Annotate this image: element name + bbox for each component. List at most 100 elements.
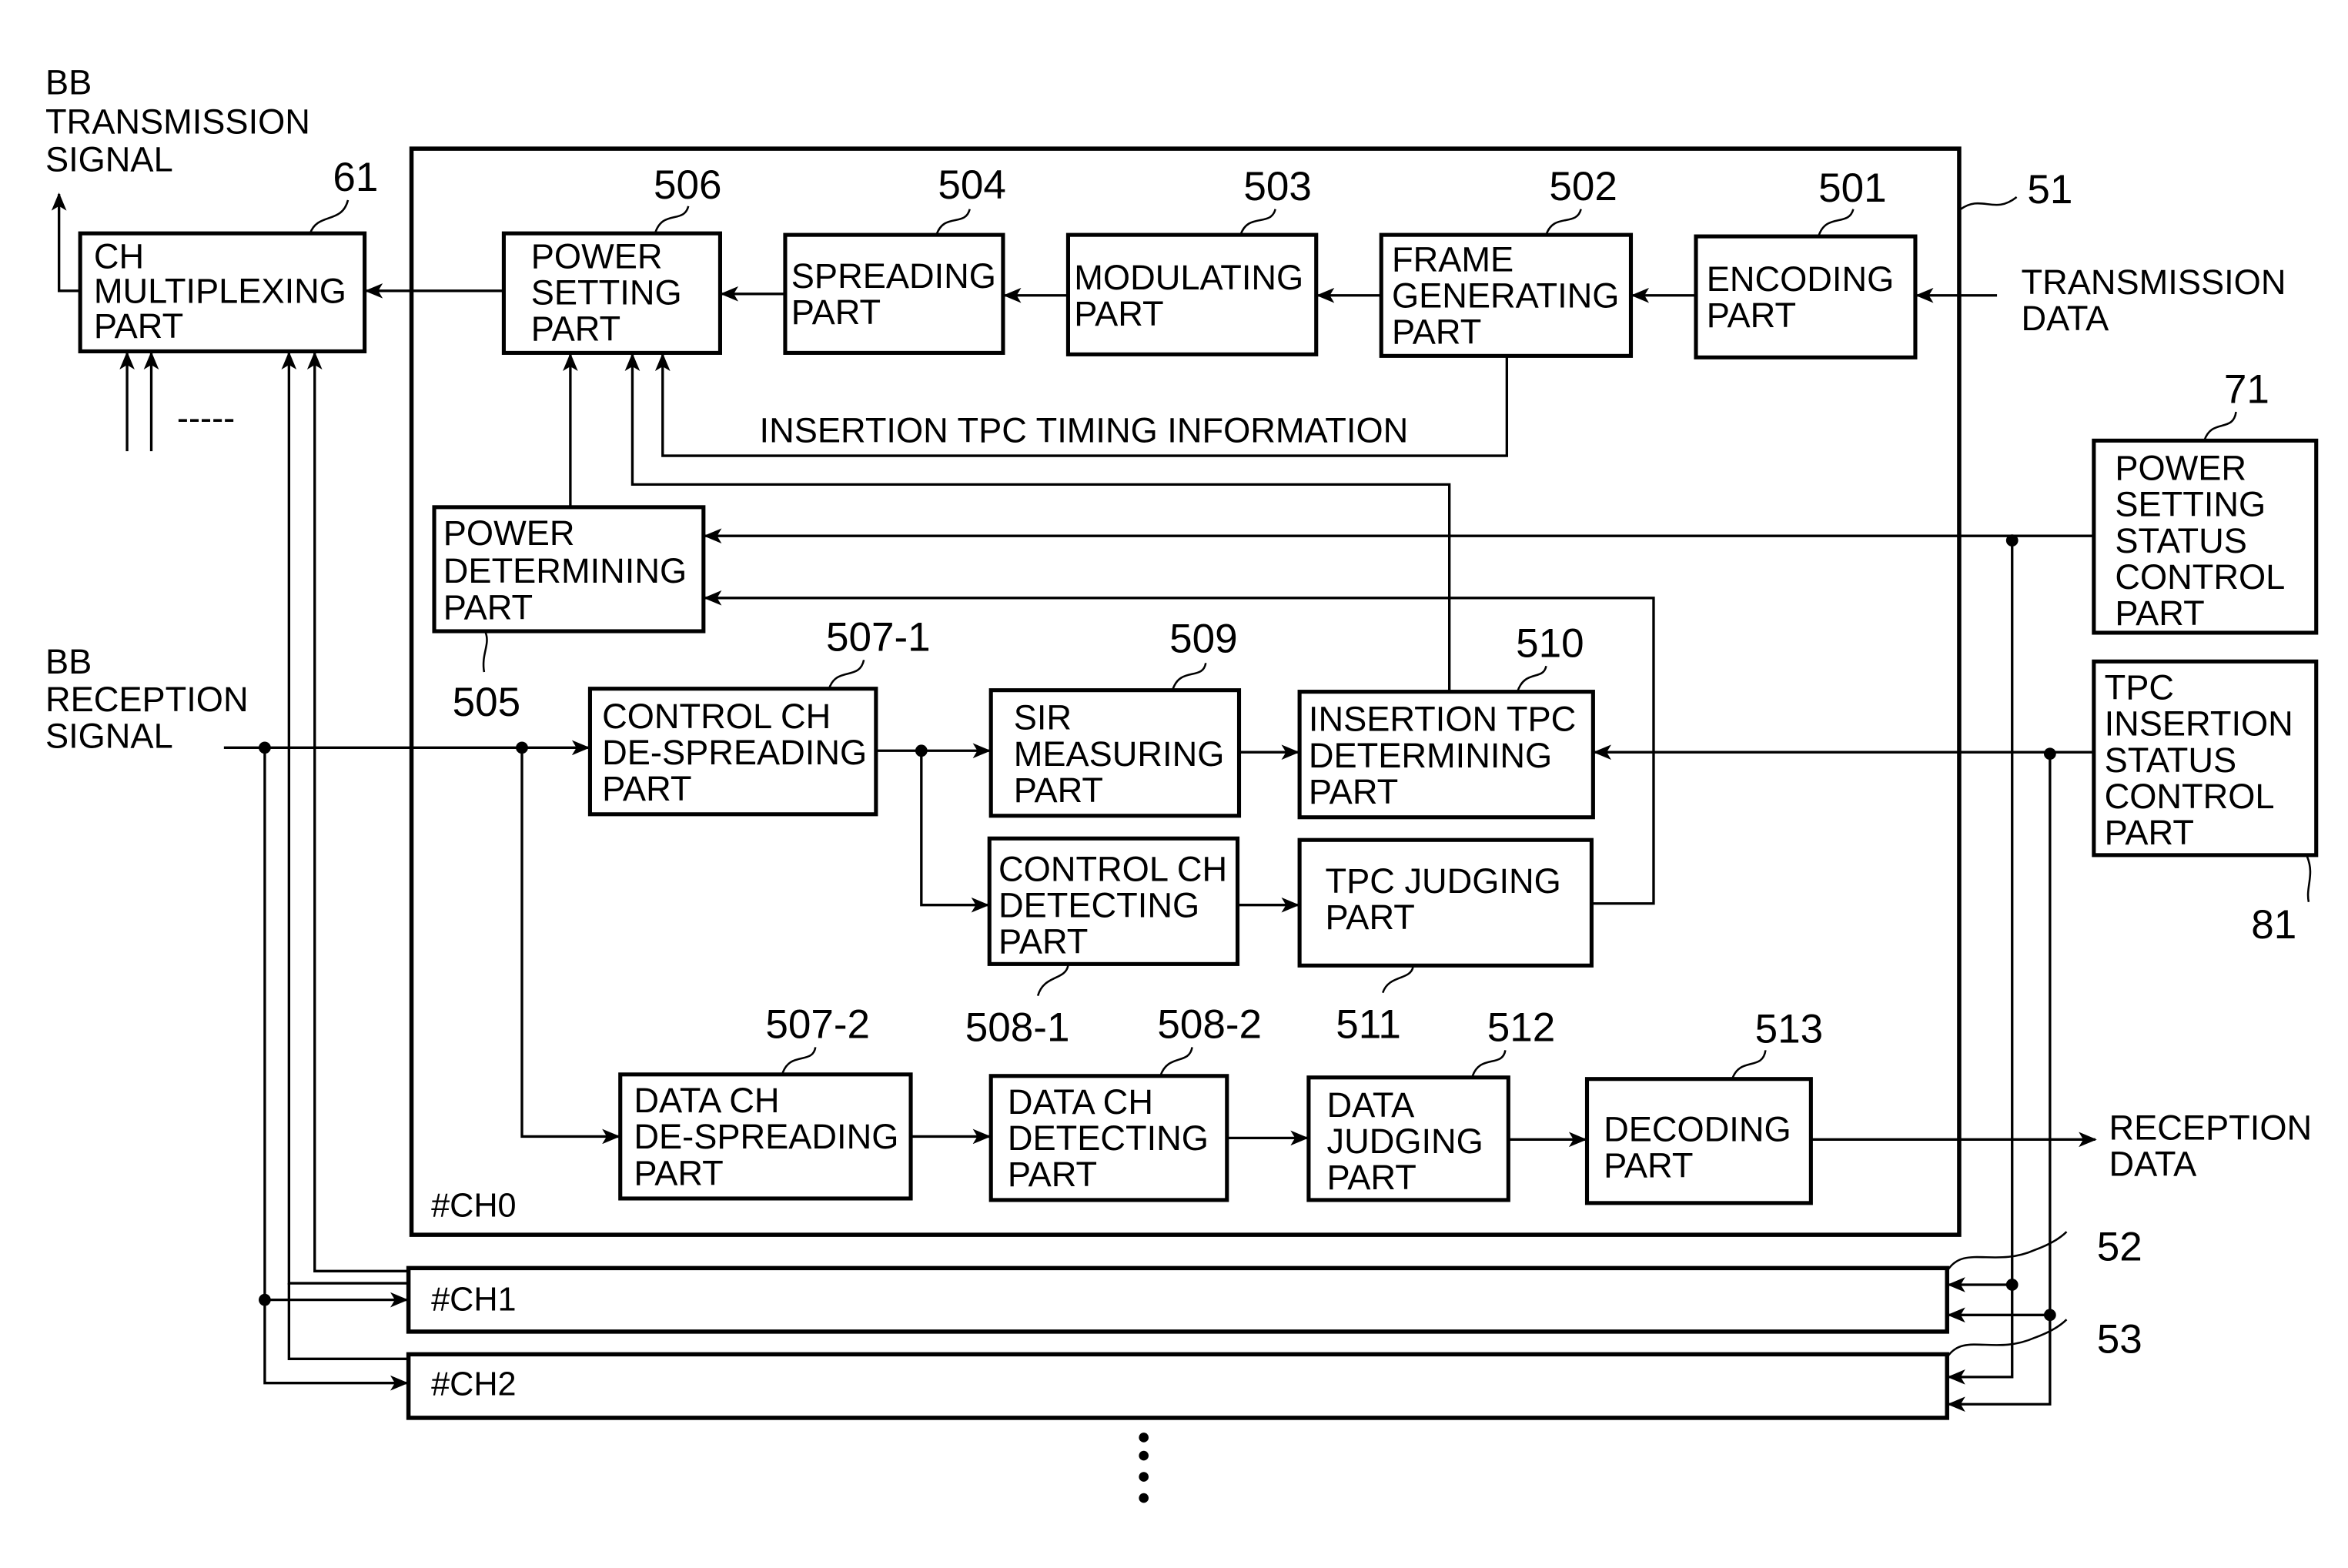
ref-leader <box>1171 662 1207 691</box>
power-status-to-ch2-wire <box>1947 1284 2014 1385</box>
block-label-line: STATUS <box>2105 741 2237 780</box>
reception-data-line-1: RECEPTION <box>2109 1108 2312 1147</box>
ref-leader <box>654 206 690 234</box>
block-label-line: DETECTING <box>998 885 1199 924</box>
block-label-line: SETTING <box>2115 485 2266 524</box>
ref-leader <box>1817 209 1855 237</box>
block-ref: 513 <box>1755 1007 1824 1052</box>
ref-leader <box>1159 1047 1193 1077</box>
block-ref: 507-1 <box>826 615 931 660</box>
block-label-line: JUDGING <box>1326 1122 1483 1161</box>
bb-reception-line-2: RECEPTION <box>45 680 249 719</box>
block-label-line: CONTROL <box>2115 557 2285 597</box>
bb-transmission-line-3: SIGNAL <box>45 140 173 179</box>
despreading-to-control-detect-wire <box>920 751 990 913</box>
ch-multiplexing-part: CH MULTIPLEXING PART 61 <box>78 155 378 354</box>
block-label-line: MEASURING <box>1014 734 1225 774</box>
ch1-to-mux-wire <box>281 351 409 1285</box>
channel-0-label: #CH0 <box>431 1188 517 1225</box>
spreading-part: SPREADING PART 504 <box>783 162 1006 355</box>
block-label-line: SIR <box>1014 698 1072 737</box>
block-label-line: SPREADING <box>791 256 996 296</box>
channel-0-leader <box>1960 196 2018 210</box>
block-label-line: DETERMINING <box>1309 736 1552 775</box>
block-label-line: PART <box>1014 771 1103 810</box>
frame-generating-part: FRAME GENERATING PART 502 <box>1379 164 1634 358</box>
block-ref: 509 <box>1169 617 1238 662</box>
block-label-line: CH <box>94 236 144 276</box>
block-ref: 501 <box>1818 165 1887 211</box>
block-ref: 511 <box>1336 1002 1401 1048</box>
reception-data-line-2: DATA <box>2109 1144 2197 1183</box>
block-diagram: BB TRANSMISSION SIGNAL BB RECEPTION SIGN… <box>45 62 2319 1503</box>
block-ref: 505 <box>453 680 521 725</box>
channel-0-ref: 51 <box>2027 167 2072 212</box>
bb-transmission-line-2: TRANSMISSION <box>45 102 310 141</box>
block-label-line: MULTIPLEXING <box>94 272 346 311</box>
block-ref: 508-2 <box>1157 1002 1262 1048</box>
block-label-line: STATUS <box>2115 521 2247 560</box>
transmission-data-line-1: TRANSMISSION <box>2022 262 2286 302</box>
reception-to-ch2-wire <box>263 1299 409 1391</box>
ch0-ch1-to-mux-wire <box>306 351 409 1272</box>
block-ref: 508-1 <box>965 1005 1070 1051</box>
block-label-line: INSERTION <box>2105 704 2293 744</box>
block-label-line: PART <box>602 769 691 808</box>
bb-transmission-line-1: BB <box>45 62 92 102</box>
reception-data-label: RECEPTION DATA <box>2109 1108 2312 1183</box>
block-label-line: PART <box>2105 813 2194 852</box>
block-label-line: MODULATING <box>1074 258 1303 297</box>
ref-leader <box>1036 965 1069 997</box>
block-label-line: PART <box>2115 593 2204 633</box>
block-label-line: POWER <box>443 513 575 553</box>
block-label-line: SETTING <box>531 273 682 313</box>
more-inputs-dashes: ----- <box>177 399 235 438</box>
ref-leader <box>309 199 350 234</box>
transmission-data-line-2: DATA <box>2022 299 2110 338</box>
block-ref: 61 <box>333 155 378 200</box>
block-label-line: TPC JUDGING <box>1326 861 1561 901</box>
bb-transmission-signal-label: BB TRANSMISSION SIGNAL <box>45 62 310 179</box>
ref-leader <box>1545 209 1582 236</box>
ch2-to-mux-wire <box>287 1283 409 1360</box>
ref-leader <box>828 660 865 690</box>
ref-leader <box>482 632 488 673</box>
control-ch-de-spreading-part: CONTROL CH DE-SPREADING PART 507-1 <box>587 615 931 817</box>
block-label-line: DATA CH <box>1008 1082 1153 1122</box>
encoding-part: ENCODING PART 501 <box>1694 165 1918 359</box>
decoding-part: DECODING PART 513 <box>1584 1007 1824 1205</box>
block-label-line: PART <box>1074 294 1163 333</box>
ref-leader <box>1516 665 1547 693</box>
block-label-line: PART <box>634 1153 723 1192</box>
data-ch-de-spreading-part: DATA CH DE-SPREADING PART 507-2 <box>618 1002 913 1201</box>
tpc-insertion-status-control-part: TPC INSERTION STATUS CONTROL PART 81 <box>2092 659 2319 948</box>
bb-reception-line-1: BB <box>45 642 92 681</box>
block-label-line: PART <box>1326 1158 1416 1197</box>
ref-leader <box>1470 1050 1507 1078</box>
block-label-line: PART <box>1604 1145 1693 1185</box>
channel-2-label: #CH2 <box>431 1366 517 1403</box>
block-label-line: PART <box>1008 1155 1097 1194</box>
block-label-line: DE-SPREADING <box>602 733 867 772</box>
ref-leader <box>935 209 971 236</box>
transmission-data-label: TRANSMISSION DATA <box>2022 262 2286 338</box>
block-label-line: DETECTING <box>1008 1118 1209 1158</box>
block-label-line: DATA <box>1326 1085 1415 1125</box>
bb-reception-line-3: SIGNAL <box>45 716 173 755</box>
insertion-tpc-to-power-setting-wire <box>624 353 1451 692</box>
bb-transmission-arrow <box>51 192 81 293</box>
block-label-line: PART <box>1392 313 1481 352</box>
block-label-line: DECODING <box>1604 1109 1791 1148</box>
block-label-line: PART <box>1326 898 1415 937</box>
control-bus-wires <box>1947 534 2056 1413</box>
block-label-line: POWER <box>2115 448 2246 487</box>
block-label-line: DETERMINING <box>443 551 687 590</box>
block-label-line: PART <box>531 309 620 349</box>
ref-leader <box>1381 966 1414 994</box>
block-label-line: PART <box>94 306 183 346</box>
block-label-line: TPC <box>2105 667 2174 707</box>
block-label-line: GENERATING <box>1392 276 1619 315</box>
reception-to-ch1-wire <box>263 747 409 1308</box>
ref-leader <box>2203 411 2237 441</box>
mux-input-wires: ----- <box>119 351 409 1360</box>
